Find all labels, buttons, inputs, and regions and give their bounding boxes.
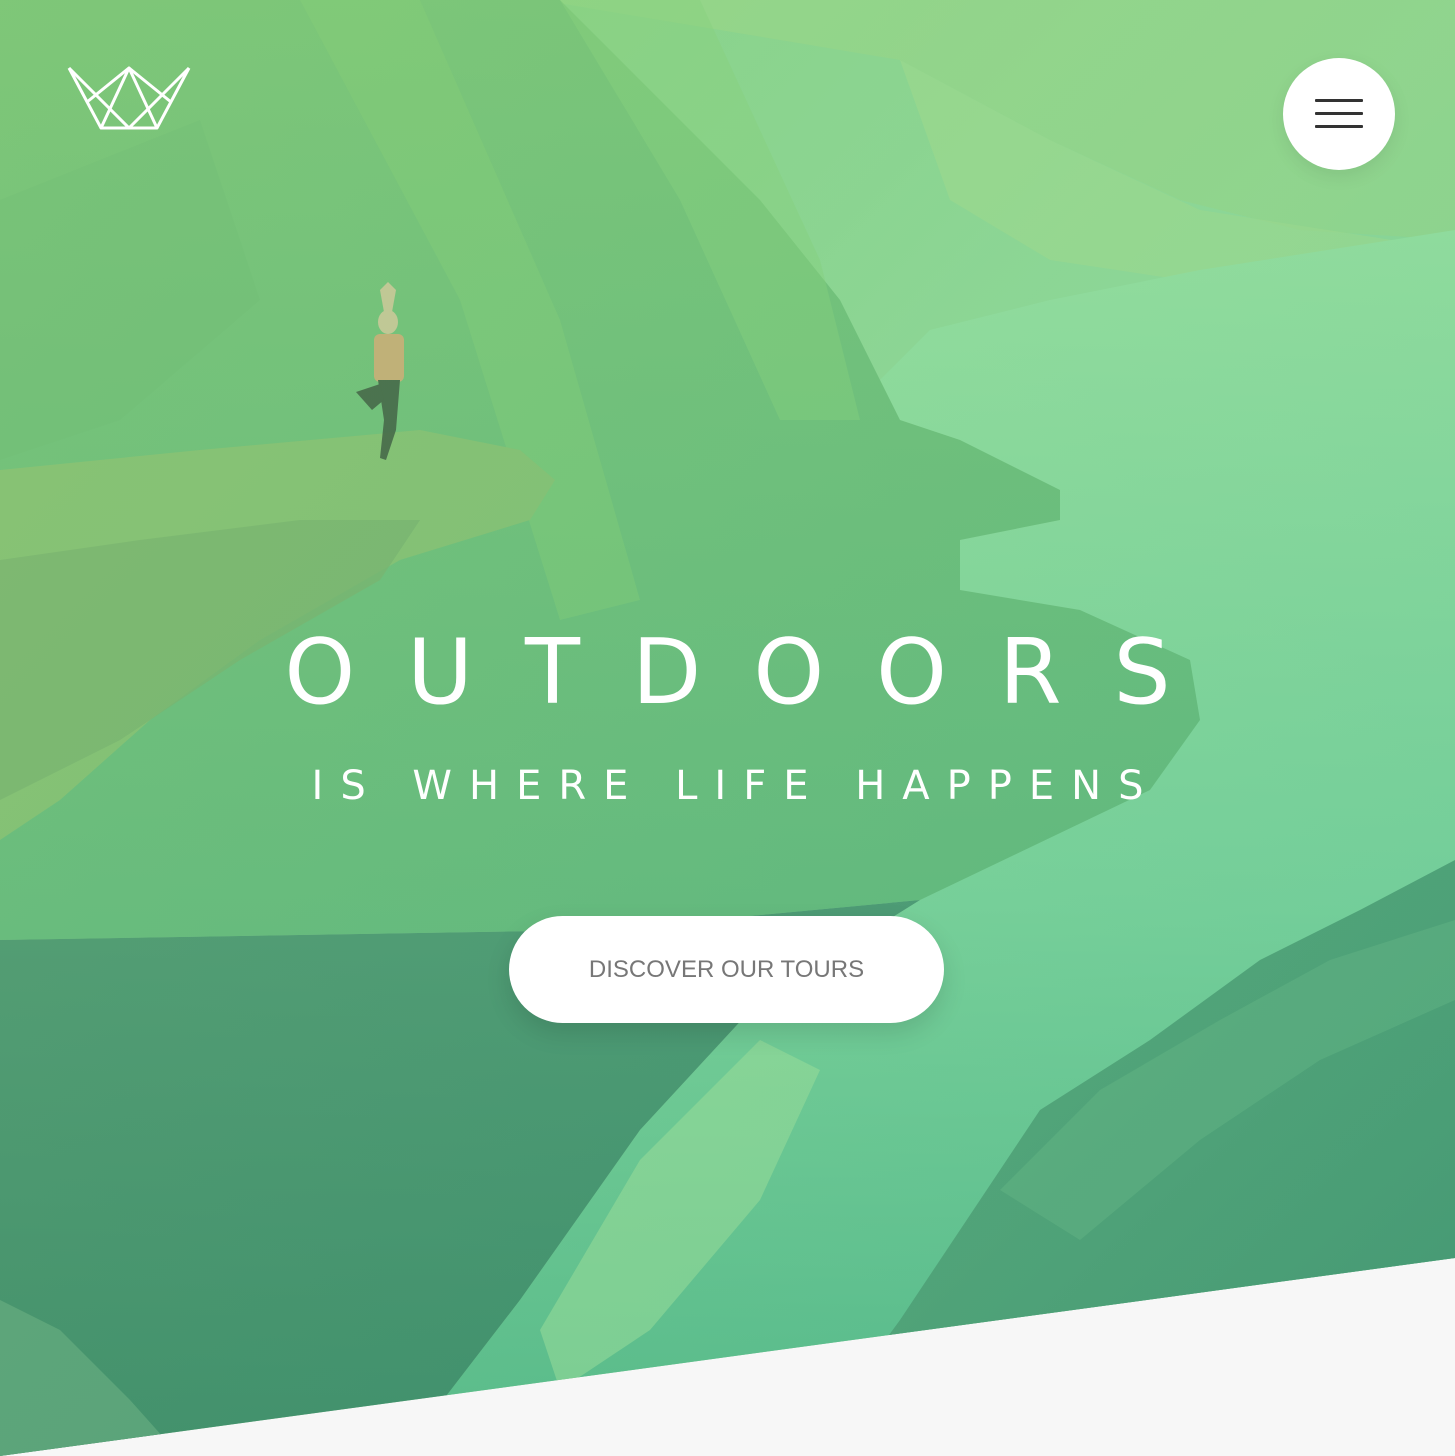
hamburger-bar xyxy=(1315,112,1363,115)
crown-logo-icon[interactable] xyxy=(66,64,192,132)
hamburger-bar xyxy=(1315,125,1363,128)
hamburger-menu-button[interactable] xyxy=(1283,58,1395,170)
hero-section: OUTDOORS IS WHERE LIFE HAPPENS DISCOVER … xyxy=(0,0,1455,1456)
hero-subtitle: IS WHERE LIFE HAPPENS xyxy=(311,763,1161,809)
hero-background-image xyxy=(0,0,1455,1456)
hamburger-menu-icon xyxy=(1315,99,1363,102)
hero-title: OUTDOORS xyxy=(284,620,1223,725)
discover-tours-button[interactable]: DISCOVER OUR TOURS xyxy=(509,916,944,1023)
